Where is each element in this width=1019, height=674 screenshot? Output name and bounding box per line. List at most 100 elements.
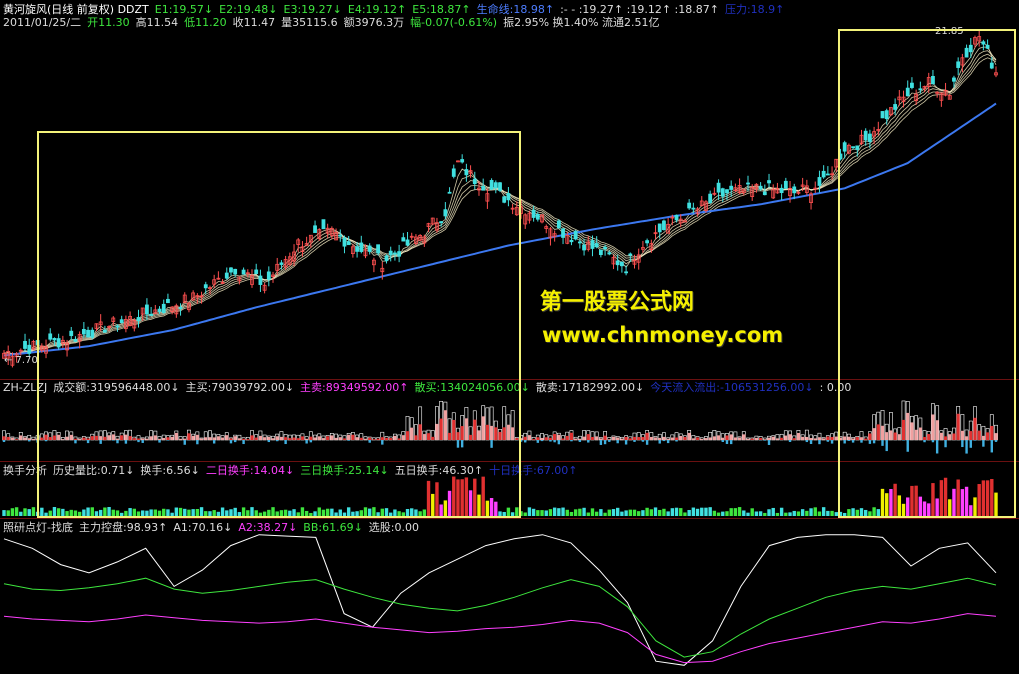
turnover-bar bbox=[27, 509, 31, 516]
flow-main-bar bbox=[750, 438, 754, 440]
turnover-bar bbox=[23, 508, 27, 516]
oscillator-line bbox=[3, 534, 997, 666]
candle-body bbox=[556, 220, 561, 229]
flow-main-bar bbox=[27, 438, 31, 440]
flow-main-bar bbox=[763, 439, 767, 440]
flow-main-bar bbox=[544, 437, 548, 440]
flow-main-bar bbox=[569, 432, 574, 440]
flow-main-bar bbox=[658, 437, 662, 440]
candle-body bbox=[767, 180, 771, 184]
header-value: 主力控盘:98.93↑ bbox=[78, 521, 168, 533]
turnover-bar bbox=[683, 512, 687, 516]
flow-sell-bar bbox=[624, 440, 628, 445]
candle-body bbox=[783, 180, 788, 189]
flow-main-bar bbox=[784, 435, 788, 440]
turnover-bar bbox=[557, 508, 561, 516]
flow-main-bar bbox=[616, 437, 620, 440]
flow-sell-bar bbox=[28, 440, 31, 442]
flow-main-bar bbox=[746, 438, 750, 440]
flow-main-bar bbox=[704, 438, 708, 440]
turnover-bar bbox=[674, 507, 679, 516]
flow-sell-bar bbox=[830, 440, 834, 444]
turnover-bar bbox=[611, 509, 616, 516]
turnover-bar bbox=[594, 511, 599, 516]
flow-sell-bar bbox=[599, 440, 603, 445]
turnover-bar bbox=[704, 507, 708, 516]
turnover-bar bbox=[788, 512, 792, 516]
turnover-bar bbox=[548, 509, 553, 516]
flow-main-bar bbox=[649, 436, 653, 440]
turnover-bar bbox=[19, 511, 23, 516]
flow-main-bar bbox=[679, 435, 683, 440]
candle-body bbox=[720, 188, 725, 197]
flow-sell-bar bbox=[2, 440, 6, 443]
flow-sell-bar bbox=[549, 440, 552, 442]
flow-main-bar bbox=[523, 436, 527, 440]
turnover-bar bbox=[784, 512, 788, 516]
flow-main-bar bbox=[754, 437, 759, 440]
watermark-title: 第一股票公式网 bbox=[540, 290, 695, 315]
turnover-bar bbox=[733, 508, 738, 516]
turnover-bar bbox=[552, 507, 557, 516]
flow-sell-bar bbox=[788, 440, 792, 442]
flow-main-bar bbox=[817, 437, 822, 440]
candle-body bbox=[821, 170, 826, 178]
flow-main-bar bbox=[595, 436, 599, 440]
turnover-bar bbox=[607, 509, 611, 516]
turnover-bar bbox=[750, 508, 754, 516]
turnover-bar bbox=[620, 511, 624, 516]
candle-body bbox=[825, 173, 830, 176]
turnover-bar bbox=[645, 507, 649, 516]
turnover-bar bbox=[569, 511, 574, 516]
candle-body bbox=[603, 246, 607, 250]
flow-main-bar bbox=[733, 437, 737, 440]
flow-main-bar bbox=[771, 436, 775, 440]
oscillator-line bbox=[3, 577, 997, 658]
turnover-bar bbox=[746, 512, 750, 516]
flow-sell-bar bbox=[540, 440, 544, 442]
candle-body bbox=[577, 241, 582, 244]
flow-main-bar bbox=[716, 435, 721, 440]
flow-main-bar bbox=[645, 432, 649, 440]
flow-sell-bar bbox=[633, 440, 636, 442]
turnover-bar bbox=[653, 507, 658, 516]
turnover-bar bbox=[527, 507, 532, 516]
turnover-bar bbox=[624, 510, 628, 516]
candle-body bbox=[762, 191, 767, 196]
candle-body bbox=[23, 340, 27, 349]
turnover-bar bbox=[826, 510, 830, 516]
candle-body bbox=[531, 209, 536, 218]
turnover-bar bbox=[821, 507, 826, 516]
flow-sell-bar bbox=[578, 440, 582, 442]
flow-main-bar bbox=[620, 438, 624, 440]
header-value: 选股:0.00 bbox=[368, 521, 419, 533]
oscillator-line bbox=[3, 613, 997, 664]
turnover-bar bbox=[662, 508, 666, 516]
flow-main-bar bbox=[822, 438, 826, 440]
candle-body bbox=[792, 186, 797, 194]
oscillator-header: 照研点灯-找底 主力控盘:98.93↑ A1:70.16↓ A2:38.27↓ BB:6… bbox=[3, 519, 1019, 533]
header-value: 今天流入流出:-106531256.00↓ bbox=[650, 381, 814, 393]
candle-body bbox=[708, 193, 713, 203]
candle-body bbox=[758, 185, 763, 190]
flow-sell-bar bbox=[818, 440, 821, 445]
turnover-bar bbox=[615, 507, 620, 516]
turnover-bar bbox=[679, 508, 683, 516]
turnover-bar bbox=[792, 510, 796, 516]
flow-sell-bar bbox=[662, 440, 666, 442]
turnover-bar bbox=[536, 510, 540, 516]
flow-main-bar bbox=[691, 438, 695, 440]
flow-main-bar bbox=[712, 436, 716, 440]
flow-sell-bar bbox=[767, 440, 771, 445]
flow-main-bar bbox=[540, 437, 544, 440]
flow-sell-bar bbox=[729, 440, 733, 445]
flow-main-bar bbox=[624, 436, 628, 440]
turnover-bar bbox=[641, 510, 645, 516]
flow-main-bar bbox=[611, 436, 616, 440]
flow-main-bar bbox=[725, 435, 729, 440]
turnover-bar bbox=[31, 507, 36, 516]
candle-body bbox=[594, 243, 599, 248]
low-price-label: ← 7.70 bbox=[4, 355, 38, 366]
flow-sell-bar bbox=[826, 440, 830, 442]
flow-main-bar bbox=[708, 437, 712, 440]
